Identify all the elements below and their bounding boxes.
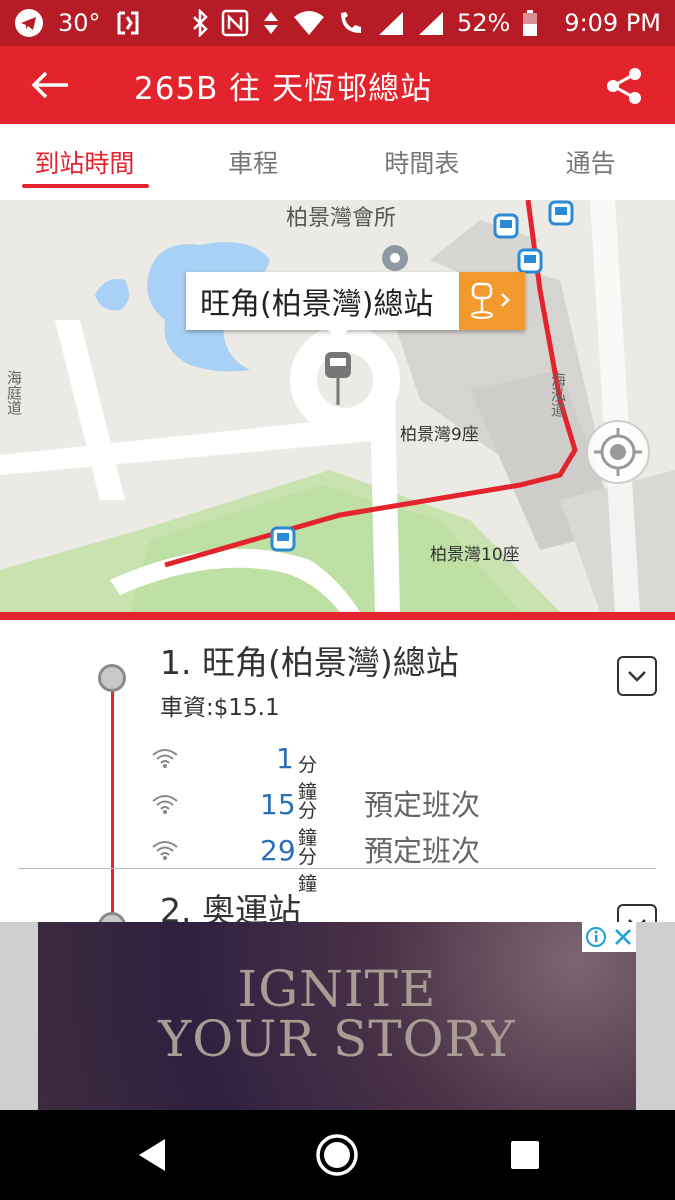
call-icon <box>337 9 365 37</box>
stop-node <box>98 912 126 922</box>
expand-button[interactable] <box>617 656 657 696</box>
chevron-down-icon <box>628 671 646 682</box>
ad-banner[interactable]: IGNITE YOUR STORY <box>0 922 675 1110</box>
map-canvas <box>0 200 675 612</box>
route-timeline <box>111 676 114 922</box>
map-label-road-left: 海庭道 <box>5 370 23 415</box>
info-icon[interactable] <box>585 926 607 948</box>
stop-name[interactable]: 2. 奧運站 <box>160 884 301 922</box>
stop-fare: 車資:$15.1 <box>160 695 280 721</box>
ad-headline-2: YOUR STORY <box>158 1010 516 1068</box>
realtime-signal-icon <box>152 749 178 768</box>
place-pin-icon[interactable] <box>382 245 408 271</box>
map-label-block9: 柏景灣9座 <box>400 425 479 445</box>
my-location-icon <box>594 428 642 476</box>
eta-row: 15 分鐘 預定班次 <box>150 784 480 849</box>
back-triangle-icon <box>139 1139 165 1171</box>
tab-timetable[interactable]: 時間表 <box>338 124 507 200</box>
status-bar: 30° 52% 9:09 PM <box>0 0 675 46</box>
eta-note: 預定班次 <box>364 788 481 822</box>
expand-button[interactable] <box>617 904 657 922</box>
tab-arrival-time[interactable]: 到站時間 <box>0 124 169 200</box>
app-bar: 265B 往 天恆邨總站 <box>0 46 675 124</box>
wifi-icon <box>293 10 325 36</box>
battery-icon <box>522 9 538 37</box>
my-location-button[interactable] <box>586 420 650 484</box>
nav-back-button[interactable] <box>128 1132 174 1178</box>
stop-info-popup[interactable]: 旺角(柏景灣)總站 <box>186 272 526 340</box>
share-button[interactable] <box>605 66 645 106</box>
nav-recents-button[interactable] <box>502 1132 548 1178</box>
temperature: 30° <box>58 9 101 37</box>
eta-row: 29 分鐘 預定班次 <box>150 830 480 895</box>
stop-node <box>98 664 126 692</box>
back-button[interactable] <box>0 46 100 124</box>
bus-stop-marker-icon[interactable] <box>270 526 296 552</box>
stop-list[interactable]: 1. 旺角(柏景灣)總站 車資:$15.1 1 分鐘 15 分鐘 預定班次 29… <box>0 620 675 922</box>
recents-square-icon <box>511 1141 539 1169</box>
bus-stop-icon <box>471 282 511 319</box>
realtime-signal-icon <box>152 795 178 814</box>
eta-note: 預定班次 <box>364 834 481 868</box>
realtime-signal-icon <box>152 841 178 860</box>
ad-choices[interactable] <box>582 922 636 952</box>
page-title: 265B 往 天恆邨總站 <box>134 70 433 107</box>
bus-stop-marker-icon[interactable] <box>548 200 574 226</box>
system-nav-bar <box>0 1110 675 1200</box>
tab-bar: 到站時間 車程 時間表 通告 <box>0 124 675 200</box>
stop-name[interactable]: 1. 旺角(柏景灣)總站 <box>160 636 459 684</box>
popup-stop-name: 旺角(柏景灣)總站 <box>200 287 434 322</box>
ad-image[interactable]: IGNITE YOUR STORY <box>38 922 636 1110</box>
tab-journey[interactable]: 車程 <box>169 124 338 200</box>
map-label-clubhouse: 柏景灣會所 <box>286 206 397 231</box>
battery-percent: 52% <box>456 9 511 37</box>
map-label-road-right: 海泓道 <box>549 372 567 417</box>
data-icon <box>261 9 281 37</box>
close-icon[interactable] <box>613 927 633 947</box>
map-view[interactable]: 柏景灣會所 柏景灣9座 柏景灣10座 海庭道 海泓道 Google <box>0 200 675 612</box>
row-divider <box>18 868 656 869</box>
telegram-icon <box>14 8 44 38</box>
map-divider <box>0 612 675 620</box>
nfc-icon <box>221 9 249 37</box>
cast-icon <box>115 9 141 37</box>
tab-notice[interactable]: 通告 <box>506 124 675 200</box>
bus-stop-marker-icon[interactable] <box>493 213 519 239</box>
popup-navigate-button[interactable] <box>459 272 526 330</box>
map-label-block10: 柏景灣10座 <box>430 545 520 565</box>
signal-icon <box>377 10 405 36</box>
share-icon <box>607 68 641 104</box>
bluetooth-icon <box>191 9 209 37</box>
clock: 9:09 PM <box>564 9 661 37</box>
signal-icon <box>417 10 445 36</box>
eta-row: 1 分鐘 <box>150 738 317 803</box>
home-circle-icon <box>316 1134 358 1176</box>
bus-stop-marker-icon[interactable] <box>517 248 543 274</box>
nav-home-button[interactable] <box>314 1132 360 1178</box>
back-arrow-icon <box>31 71 68 99</box>
